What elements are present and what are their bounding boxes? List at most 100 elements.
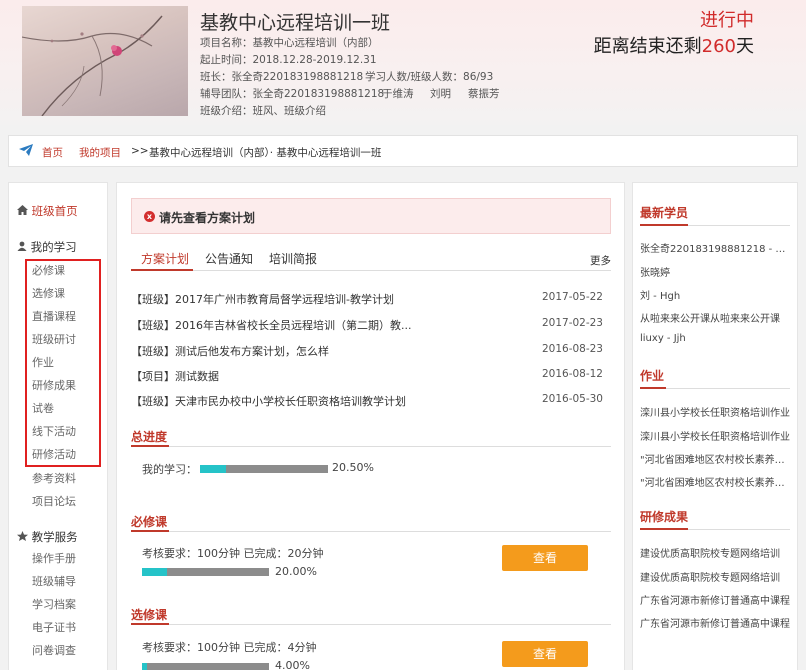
elective-progress-bar [142, 663, 269, 670]
left-sidebar: 班级首页 我的学习 必修课 选修课 直播课程 班级研讨 作业 研修成果 试卷 线… [8, 182, 108, 670]
sidebar-item-reference[interactable]: 参考资料 [32, 470, 76, 486]
countdown-days: 260 [701, 36, 736, 57]
total-progress-title: 总进度 [131, 430, 168, 444]
tutor-member: 刘明 [430, 88, 451, 100]
total-progress-value: 20.50% [332, 461, 374, 474]
sidebar-item-survey[interactable]: 问卷调查 [32, 642, 76, 658]
plan-date: 2017-05-22 [541, 291, 603, 303]
sidebar-item-manual[interactable]: 操作手册 [32, 550, 76, 566]
homework-item[interactable]: "河北省困难地区农村校长素养提升 [640, 451, 792, 466]
tab-briefing[interactable]: 培训简报 [269, 250, 317, 267]
breadcrumb-separator: >> [131, 145, 149, 157]
total-progress-bar [200, 465, 328, 473]
plan-title: 【班级】测试后他发布方案计划，怎么样 [131, 345, 329, 358]
plan-item[interactable]: 【班级】测试后他发布方案计划，怎么样 2016-08-23 [131, 343, 603, 359]
tutor-member: 蔡振芳 [468, 88, 500, 100]
plan-item[interactable]: 【班级】天津市民办校中小学校长任职资格培训教学计划 2016-05-30 [131, 393, 603, 409]
tutor-member: 于维涛 [382, 88, 414, 100]
section-accent [131, 623, 169, 625]
user-icon [17, 241, 27, 251]
view-required-button[interactable]: 查看 [502, 545, 588, 571]
status-badge: 进行中 [700, 10, 754, 31]
plan-item[interactable]: 【班级】2017年广州市教育局督学远程培训-教学计划 2017-05-22 [131, 291, 603, 307]
tab-notice[interactable]: 公告通知 [205, 250, 253, 267]
sidebar-class-home-label: 班级首页 [31, 204, 78, 218]
sidebar-teaching-service[interactable]: 教学服务 [17, 529, 78, 545]
close-circle-icon: x [144, 211, 155, 222]
class-cover-image [22, 6, 188, 116]
highlight-box [25, 259, 101, 467]
plan-item[interactable]: 【项目】测试数据 2016-08-12 [131, 368, 603, 384]
total-progress-fill [200, 465, 227, 473]
student-item[interactable]: 刘 - Hgh [640, 287, 792, 302]
tab-bar: 方案计划 公告通知 培训简报 更多 [131, 245, 611, 271]
student-count: 学习人数/班级人数：86/93 [365, 71, 494, 83]
elective-course-title: 选修课 [131, 608, 168, 622]
homework-item[interactable]: "河北省困难地区农村校长素养提升 [640, 474, 792, 489]
result-item[interactable]: 建设优质高职院校专题网络培训 [640, 545, 792, 560]
elective-requirement: 考核要求：100分钟 已完成：4分钟 [142, 641, 317, 654]
homework-item[interactable]: 滦川县小学校长任职资格培训作业 [640, 404, 792, 419]
more-link[interactable]: 更多 [590, 253, 611, 268]
right-sidebar: 最新学员 张全奇220183198881218 - 网院 张晓婷 刘 - Hgh… [632, 182, 798, 670]
alert-banner: x 请先查看方案计划 [131, 198, 611, 234]
student-item[interactable]: liuxy - Jjh [640, 333, 792, 344]
required-progress-fill [142, 568, 168, 576]
sidebar-item-tutoring[interactable]: 班级辅导 [32, 573, 76, 589]
class-intro: 班级介绍：班风、班级介绍 [200, 105, 326, 117]
plan-date: 2017-02-23 [541, 317, 603, 329]
main-content: x 请先查看方案计划 方案计划 公告通知 培训简报 更多 【班级】2017年广州… [116, 182, 625, 670]
sidebar-class-home[interactable]: 班级首页 [17, 203, 78, 219]
star-icon [17, 531, 28, 541]
student-item[interactable]: 从啦来来公开课从啦来来公开课 [640, 310, 792, 325]
result-item[interactable]: 建设优质高职院校专题网络培训 [640, 569, 792, 584]
section-accent [640, 387, 666, 389]
plan-title: 【班级】天津市民办校中小学校长任职资格培训教学计划 [131, 395, 406, 408]
elective-progress-value: 4.00% [275, 659, 310, 670]
project-header: 基教中心远程培训一班 项目名称：基教中心远程培训（内部） 起止时间：2018.1… [0, 0, 806, 125]
tab-active-indicator [131, 269, 193, 271]
student-item[interactable]: 张晓婷 [640, 264, 792, 279]
section-accent [640, 224, 688, 226]
plan-date: 2016-08-12 [541, 368, 603, 380]
result-item[interactable]: 广东省河源市新修订普通高中课程 [640, 615, 792, 630]
result-item[interactable]: 广东省河源市新修订普通高中课程 [640, 592, 792, 607]
plan-date: 2016-05-30 [541, 393, 603, 405]
required-course-title: 必修课 [131, 515, 168, 529]
breadcrumb-my-projects-link[interactable]: 我的项目 [79, 145, 121, 160]
class-monitor: 班长：张全奇220183198881218 [200, 71, 364, 83]
home-icon [17, 205, 28, 215]
plan-title: 【项目】测试数据 [131, 370, 219, 383]
required-requirement: 考核要求：100分钟 已完成：20分钟 [142, 547, 324, 560]
breadcrumb: 首页 我的项目 >> 基教中心远程培训（内部）· 基教中心远程培训一班 [8, 135, 798, 167]
required-progress-bar [142, 568, 269, 576]
divider [131, 624, 611, 625]
section-accent [131, 445, 169, 447]
sidebar-my-study[interactable]: 我的学习 [17, 239, 77, 255]
homework-item[interactable]: 滦川县小学校长任职资格培训作业 [640, 428, 792, 443]
student-item[interactable]: 张全奇220183198881218 - 网院 [640, 240, 792, 255]
class-title: 基教中心远程培训一班 [200, 12, 391, 34]
breadcrumb-home-link[interactable]: 首页 [42, 145, 63, 160]
view-elective-button[interactable]: 查看 [502, 641, 588, 667]
tab-plan[interactable]: 方案计划 [141, 250, 189, 267]
progress-label: 我的学习： [142, 463, 197, 476]
alert-text: 请先查看方案计划 [159, 211, 256, 225]
divider [131, 446, 611, 447]
countdown-prefix: 距离结束还剩 [593, 36, 702, 57]
sidebar-teaching-service-label: 教学服务 [31, 530, 78, 544]
sidebar-item-forum[interactable]: 项目论坛 [32, 493, 76, 509]
tutor-team: 辅导团队：张全奇220183198881218 [200, 88, 385, 100]
homework-title: 作业 [640, 369, 665, 383]
plan-item[interactable]: 【班级】2016年吉林省校长全员远程培训（第二期）教... 2017-02-23 [131, 317, 603, 333]
countdown-suffix: 天 [736, 36, 754, 57]
new-students-title: 最新学员 [640, 206, 689, 220]
required-progress-value: 20.00% [275, 565, 317, 578]
countdown: 距离结束还剩260天 [594, 32, 754, 58]
sidebar-item-archive[interactable]: 学习档案 [32, 596, 76, 612]
sidebar-item-certificate[interactable]: 电子证书 [32, 619, 76, 635]
section-accent [131, 530, 169, 532]
sidebar-my-study-label: 我的学习 [30, 240, 77, 254]
project-period: 起止时间：2018.12.28-2019.12.31 [200, 54, 377, 66]
results-title: 研修成果 [640, 510, 689, 524]
